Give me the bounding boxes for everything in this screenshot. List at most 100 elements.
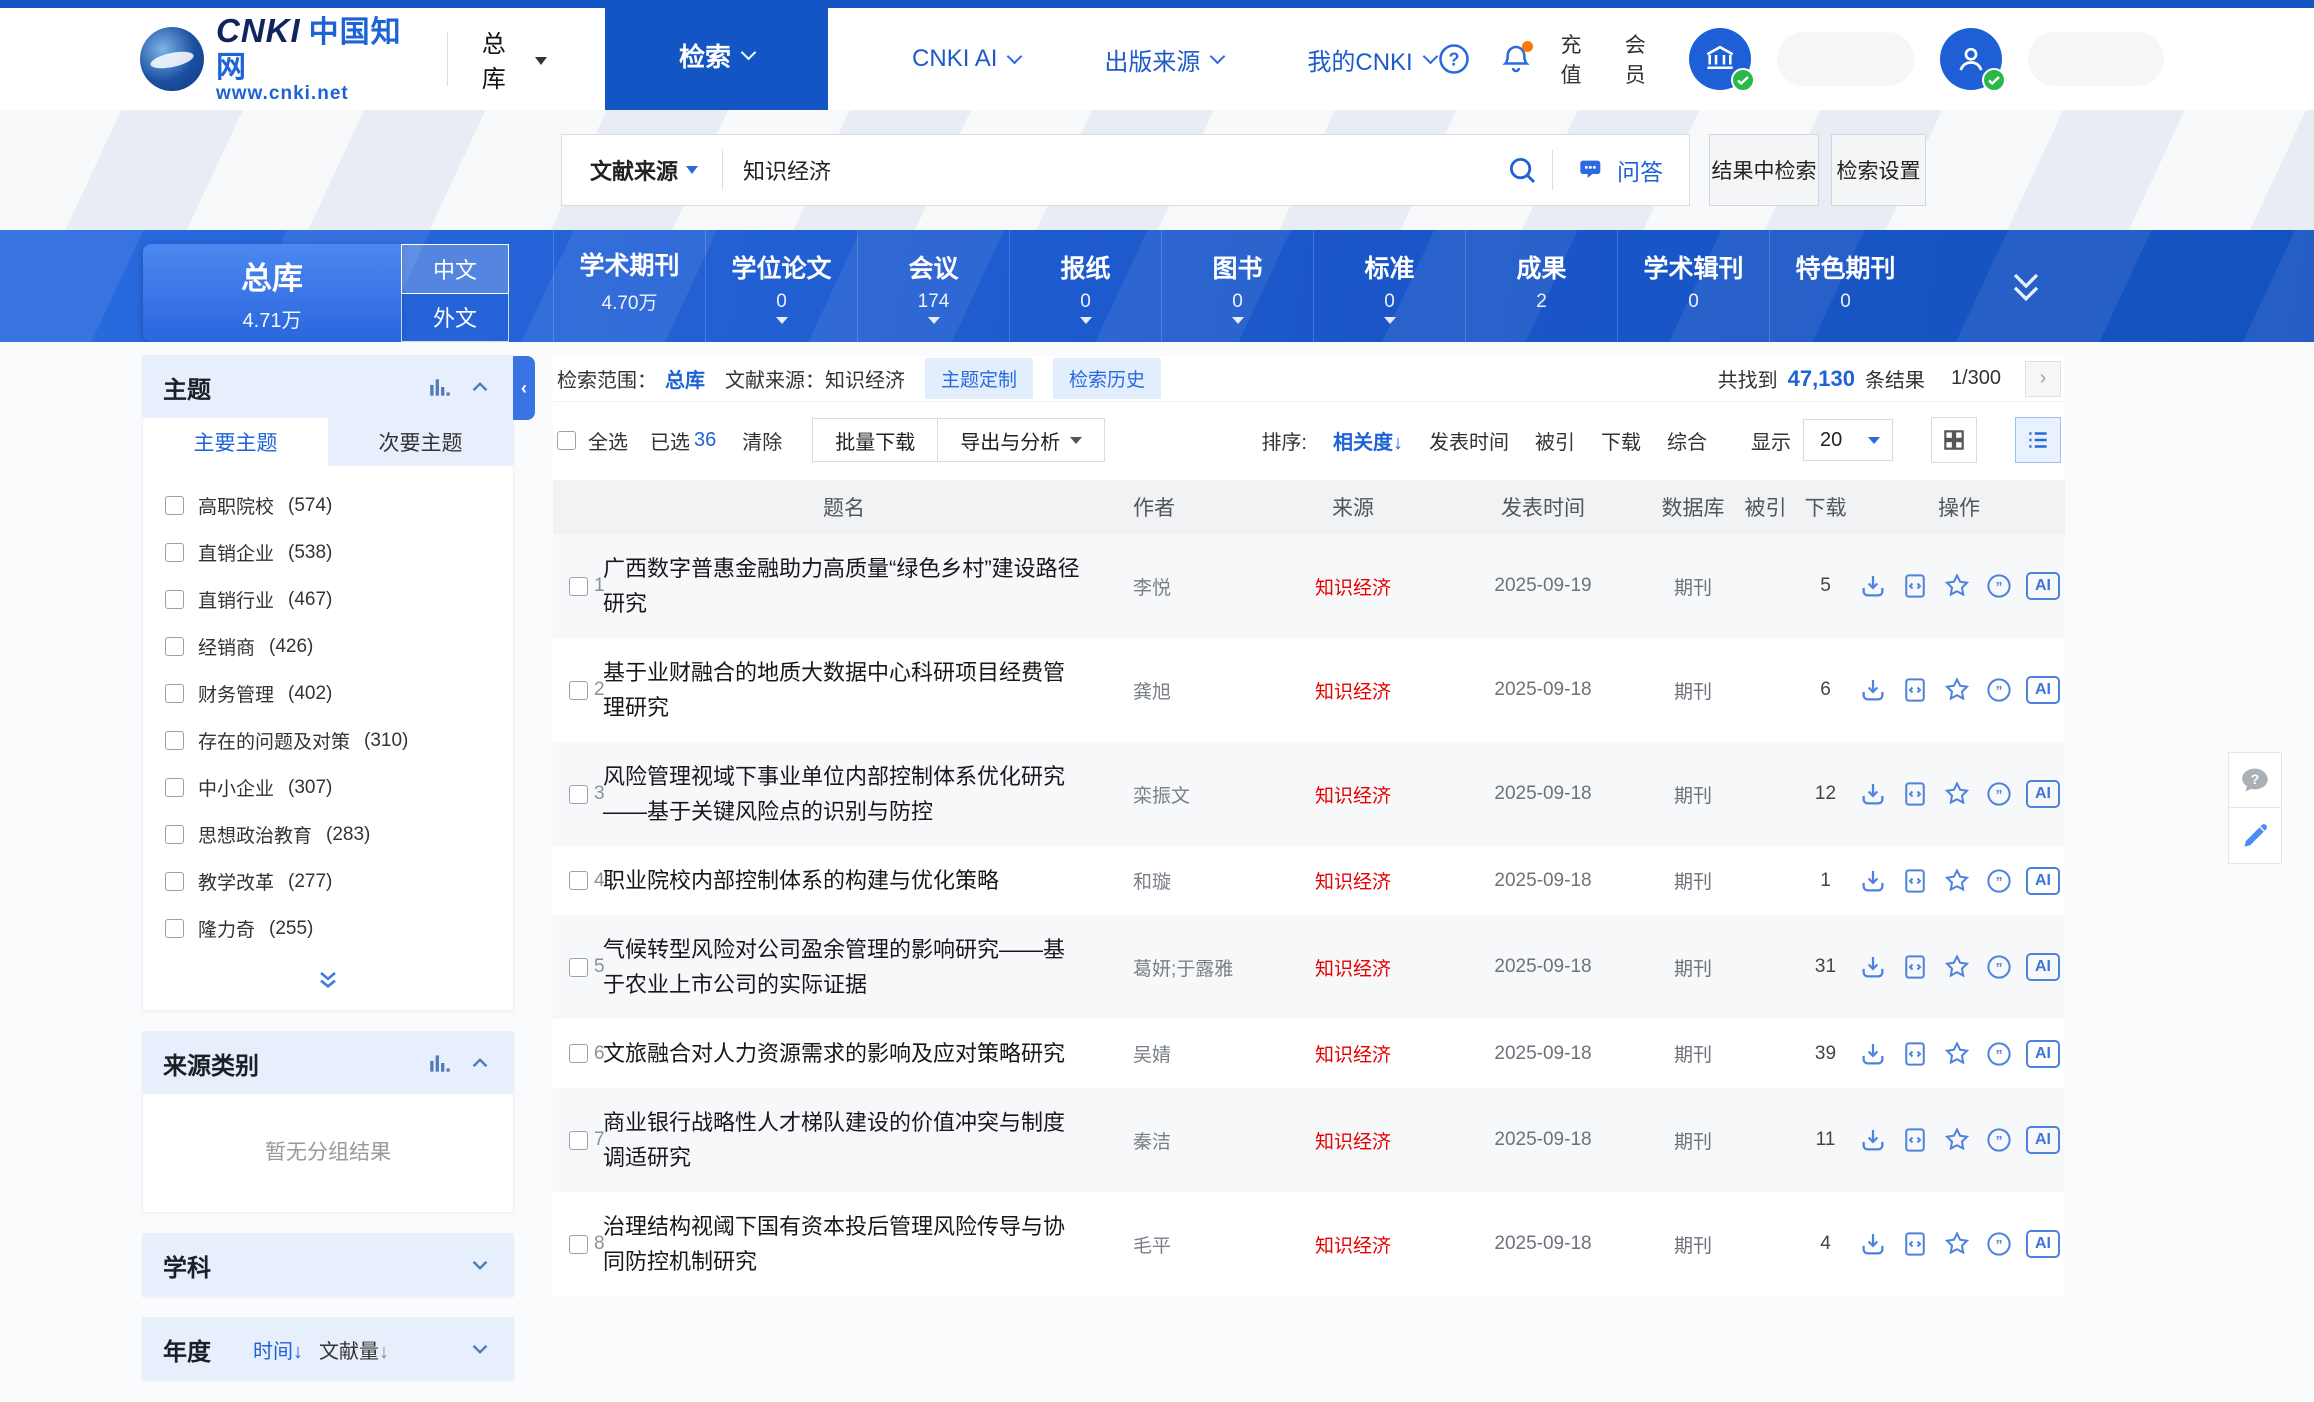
download-icon[interactable] xyxy=(1858,1039,1888,1069)
favorite-star-icon[interactable] xyxy=(1942,675,1972,705)
download-icon[interactable] xyxy=(1858,779,1888,809)
topic-filter-item[interactable]: 中小企业 (307) xyxy=(143,764,513,811)
col-author[interactable]: 作者 xyxy=(1133,492,1273,522)
topic-filter-item[interactable]: 存在的问题及对策 (310) xyxy=(143,717,513,764)
ai-assistant-icon[interactable]: AI xyxy=(2026,953,2060,981)
download-icon[interactable] xyxy=(1858,952,1888,982)
search-in-results-button[interactable]: 结果中检索 xyxy=(1709,134,1819,206)
topic-checkbox[interactable] xyxy=(165,919,184,938)
result-title-link[interactable]: 风险管理视域下事业单位内部控制体系优化研究——基于关键风险点的识别与防控 xyxy=(603,764,1065,824)
dbnav-item[interactable]: 学位论文 0 xyxy=(705,230,857,342)
topic-filter-item[interactable]: 经销商 (426) xyxy=(143,623,513,670)
qa-button[interactable]: 问答 xyxy=(1553,153,1689,187)
col-date[interactable]: 发表时间 xyxy=(1433,492,1653,522)
user-avatar[interactable] xyxy=(1940,28,2002,90)
result-source-link[interactable]: 知识经济 xyxy=(1273,954,1433,981)
favorite-star-icon[interactable] xyxy=(1942,1229,1972,1259)
recharge-link[interactable]: 充值 xyxy=(1561,29,1599,89)
download-icon[interactable] xyxy=(1858,1125,1888,1155)
dbnav-item[interactable]: 学术期刊 4.70万 xyxy=(553,230,705,342)
cite-quote-icon[interactable]: ” xyxy=(1984,952,2014,982)
select-all-label[interactable]: 全选 xyxy=(588,426,628,455)
result-source-link[interactable]: 知识经济 xyxy=(1273,677,1433,704)
favorite-star-icon[interactable] xyxy=(1942,779,1972,809)
topic-tab-main[interactable]: 主要主题 xyxy=(143,418,328,466)
download-icon[interactable] xyxy=(1858,571,1888,601)
download-icon[interactable] xyxy=(1858,675,1888,705)
dbnav-more-button[interactable] xyxy=(2004,264,2048,313)
cite-quote-icon[interactable]: ” xyxy=(1984,1229,2014,1259)
dbnav-item[interactable]: 会议 174 xyxy=(857,230,1009,342)
row-checkbox[interactable] xyxy=(569,681,588,700)
html-read-icon[interactable] xyxy=(1900,952,1930,982)
result-source-link[interactable]: 知识经济 xyxy=(1273,781,1433,808)
topic-checkbox[interactable] xyxy=(165,590,184,609)
result-author[interactable]: 和璇 xyxy=(1133,867,1273,894)
menu-publish-source[interactable]: 出版来源 xyxy=(1104,42,1223,77)
topic-checkbox[interactable] xyxy=(165,825,184,844)
search-settings-button[interactable]: 检索设置 xyxy=(1831,134,1926,206)
sort-option[interactable]: 下载 xyxy=(1601,426,1641,455)
row-checkbox[interactable] xyxy=(569,1131,588,1150)
cite-quote-icon[interactable]: ” xyxy=(1984,866,2014,896)
dbnav-item-zongku[interactable]: 总库 4.71万 xyxy=(143,244,401,342)
topic-custom-button[interactable]: 主题定制 xyxy=(925,358,1033,399)
row-checkbox[interactable] xyxy=(569,871,588,890)
expand-chevron-down-icon[interactable] xyxy=(467,1252,493,1278)
result-title-link[interactable]: 基于业财融合的地质大数据中心科研项目经费管理研究 xyxy=(603,660,1065,720)
col-database[interactable]: 数据库 xyxy=(1653,492,1733,522)
expand-chevron-down-icon[interactable] xyxy=(467,1336,493,1362)
topic-filter-item[interactable]: 教学改革 (277) xyxy=(143,858,513,905)
cnki-logo[interactable]: CNKI中国知网 www.cnki.net xyxy=(140,14,417,103)
row-checkbox[interactable] xyxy=(569,958,588,977)
dbnav-item[interactable]: 成果 2 xyxy=(1465,230,1617,342)
topic-filter-item[interactable]: 高职院校 (574) xyxy=(143,482,513,529)
row-checkbox[interactable] xyxy=(569,1235,588,1254)
export-analyze-button[interactable]: 导出与分析 xyxy=(937,419,1104,461)
sidebar-collapse-handle[interactable]: ‹ xyxy=(513,356,535,420)
sort-option[interactable]: 综合 xyxy=(1667,426,1707,455)
tab-search[interactable]: 检索 xyxy=(605,0,828,110)
download-icon[interactable] xyxy=(1858,1229,1888,1259)
dbnav-item[interactable]: 特色期刊 0 xyxy=(1769,230,1921,342)
cite-quote-icon[interactable]: ” xyxy=(1984,571,2014,601)
ai-assistant-icon[interactable]: AI xyxy=(2026,572,2060,600)
col-cited[interactable]: 被引 xyxy=(1733,492,1798,522)
db-switch-dropdown[interactable]: 总库 xyxy=(482,24,547,94)
html-read-icon[interactable] xyxy=(1900,1229,1930,1259)
cite-quote-icon[interactable]: ” xyxy=(1984,779,2014,809)
favorite-star-icon[interactable] xyxy=(1942,571,1972,601)
year-sort-time[interactable]: 时间↓ xyxy=(253,1335,303,1364)
result-author[interactable]: 李悦 xyxy=(1133,573,1273,600)
result-author[interactable]: 葛妍;于露雅 xyxy=(1133,954,1273,981)
collapse-chevron-up-icon[interactable] xyxy=(467,1050,493,1076)
member-link[interactable]: 会员 xyxy=(1625,29,1663,89)
favorite-star-icon[interactable] xyxy=(1942,1039,1972,1069)
cite-quote-icon[interactable]: ” xyxy=(1984,675,2014,705)
cite-quote-icon[interactable]: ” xyxy=(1984,1039,2014,1069)
dbnav-item[interactable]: 标准 0 xyxy=(1313,230,1465,342)
result-title-link[interactable]: 治理结构视阈下国有资本投后管理风险传导与协同防控机制研究 xyxy=(603,1214,1065,1274)
sort-option[interactable]: 发表时间 xyxy=(1429,426,1509,455)
search-scope-dropdown[interactable]: 文献来源 xyxy=(562,154,722,186)
html-read-icon[interactable] xyxy=(1900,779,1930,809)
html-read-icon[interactable] xyxy=(1900,571,1930,601)
dbnav-item[interactable]: 图书 0 xyxy=(1161,230,1313,342)
html-read-icon[interactable] xyxy=(1900,866,1930,896)
html-read-icon[interactable] xyxy=(1900,1039,1930,1069)
favorite-star-icon[interactable] xyxy=(1942,952,1972,982)
topic-checkbox[interactable] xyxy=(165,637,184,656)
notification-bell-icon[interactable] xyxy=(1498,39,1534,79)
result-author[interactable]: 龚旭 xyxy=(1133,677,1273,704)
result-author[interactable]: 毛平 xyxy=(1133,1231,1273,1258)
note-pencil-button[interactable] xyxy=(2228,808,2282,864)
feedback-button[interactable]: ? xyxy=(2228,752,2282,808)
result-author[interactable]: 栾振文 xyxy=(1133,781,1273,808)
scope-value[interactable]: 总库 xyxy=(665,364,705,393)
col-source[interactable]: 来源 xyxy=(1273,492,1433,522)
favorite-star-icon[interactable] xyxy=(1942,866,1972,896)
topic-filter-item[interactable]: 直销企业 (538) xyxy=(143,529,513,576)
batch-download-button[interactable]: 批量下载 xyxy=(813,419,937,461)
result-title-link[interactable]: 广西数字普惠金融助力高质量“绿色乡村”建设路径研究 xyxy=(603,556,1080,616)
bar-chart-icon[interactable] xyxy=(427,374,453,400)
